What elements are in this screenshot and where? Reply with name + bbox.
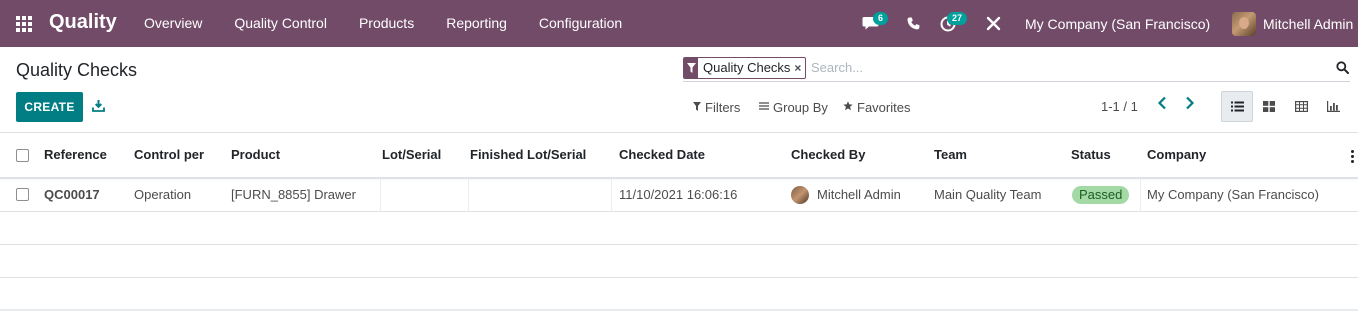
column-checked-by[interactable]: Checked By: [791, 133, 865, 177]
tools-icon[interactable]: [986, 16, 1001, 34]
cell-divider: [468, 179, 469, 211]
filters-label: Filters: [705, 100, 741, 115]
chevron-right-icon[interactable]: [1185, 96, 1195, 113]
page-title: Quality Checks: [16, 60, 138, 80]
download-icon[interactable]: [92, 99, 106, 113]
graph-view-icon[interactable]: [1317, 91, 1349, 122]
quality-checks-table: Reference Control per Product Lot/Serial…: [0, 133, 1358, 311]
top-navbar: Quality Overview Quality Control Product…: [0, 0, 1358, 47]
apps-grid-icon[interactable]: [16, 16, 32, 32]
star-icon: [843, 101, 853, 114]
menu-reporting[interactable]: Reporting: [430, 0, 523, 47]
favorites-button[interactable]: Favorites: [843, 100, 910, 115]
column-team[interactable]: Team: [934, 133, 967, 177]
cell-divider: [611, 179, 612, 211]
column-company[interactable]: Company: [1147, 133, 1206, 177]
empty-row: [0, 245, 1358, 278]
search-icon[interactable]: [1336, 61, 1349, 77]
table-row[interactable]: QC00017 Operation [FURN_8855] Drawer 11/…: [0, 179, 1358, 212]
cell-reference: QC00017: [44, 187, 100, 202]
column-control-per[interactable]: Control per: [134, 133, 204, 177]
app-brand[interactable]: Quality: [49, 11, 117, 34]
column-reference[interactable]: Reference: [44, 133, 107, 177]
status-badge: Passed: [1072, 186, 1130, 204]
view-switcher: [1221, 91, 1349, 122]
messages-count-badge: 6: [873, 12, 889, 25]
list-view-icon[interactable]: [1221, 91, 1253, 122]
filters-button[interactable]: Filters: [693, 100, 740, 115]
cell-control-per: Operation: [134, 187, 192, 202]
column-product[interactable]: Product: [231, 133, 280, 177]
group-by-label: Group By: [773, 100, 828, 115]
funnel-icon: [693, 101, 701, 114]
activities-count-badge: 27: [947, 12, 968, 25]
control-panel: Quality Checks CREATE Quality Checks × F…: [0, 47, 1358, 133]
row-checkbox[interactable]: [16, 188, 29, 201]
cell-checked-by: Mitchell Admin: [791, 179, 901, 211]
kanban-view-icon[interactable]: [1253, 91, 1285, 122]
user-name: Mitchell Admin: [1263, 16, 1354, 32]
empty-row: [0, 212, 1358, 245]
column-checked-date[interactable]: Checked Date: [619, 133, 705, 177]
column-status[interactable]: Status: [1071, 133, 1111, 177]
cell-checked-date: 11/10/2021 16:06:16: [619, 187, 738, 202]
avatar: [791, 185, 809, 204]
cell-status: Passed: [1072, 179, 1130, 211]
empty-row: [0, 278, 1358, 311]
search-bar: Quality Checks ×: [683, 56, 1350, 82]
phone-icon[interactable]: [907, 17, 920, 33]
table-header: Reference Control per Product Lot/Serial…: [0, 133, 1358, 179]
facet-label: Quality Checks: [703, 60, 791, 75]
cell-company: My Company (San Francisco): [1147, 187, 1319, 202]
menu-products[interactable]: Products: [343, 0, 430, 47]
select-all-checkbox[interactable]: [16, 149, 29, 162]
avatar: [1232, 12, 1256, 36]
checked-by-name: Mitchell Admin: [817, 187, 901, 202]
group-by-button[interactable]: Group By: [759, 100, 828, 115]
company-switcher[interactable]: My Company (San Francisco): [1025, 16, 1210, 32]
menu-quality-control[interactable]: Quality Control: [218, 0, 343, 47]
cell-divider: [1140, 179, 1141, 211]
list-icon: [759, 102, 769, 113]
funnel-icon: [684, 58, 698, 78]
favorites-label: Favorites: [857, 100, 911, 115]
pager-value[interactable]: 1-1 / 1: [1101, 99, 1138, 114]
close-icon[interactable]: ×: [794, 58, 805, 78]
cell-product: [FURN_8855] Drawer: [231, 187, 356, 202]
user-menu[interactable]: Mitchell Admin: [1232, 12, 1353, 36]
create-button[interactable]: CREATE: [16, 92, 83, 122]
search-facet[interactable]: Quality Checks ×: [683, 57, 807, 79]
main-menu: Overview Quality Control Products Report…: [128, 0, 638, 47]
column-finished-lot-serial[interactable]: Finished Lot/Serial: [470, 133, 586, 177]
cell-team: Main Quality Team: [934, 187, 1042, 202]
pivot-view-icon[interactable]: [1285, 91, 1317, 122]
optional-columns-icon[interactable]: [1351, 150, 1354, 165]
menu-configuration[interactable]: Configuration: [523, 0, 638, 47]
chevron-left-icon[interactable]: [1157, 96, 1167, 113]
cell-divider: [380, 179, 381, 211]
column-lot-serial[interactable]: Lot/Serial: [382, 133, 441, 177]
search-input[interactable]: [811, 60, 1311, 75]
menu-overview[interactable]: Overview: [128, 0, 218, 47]
